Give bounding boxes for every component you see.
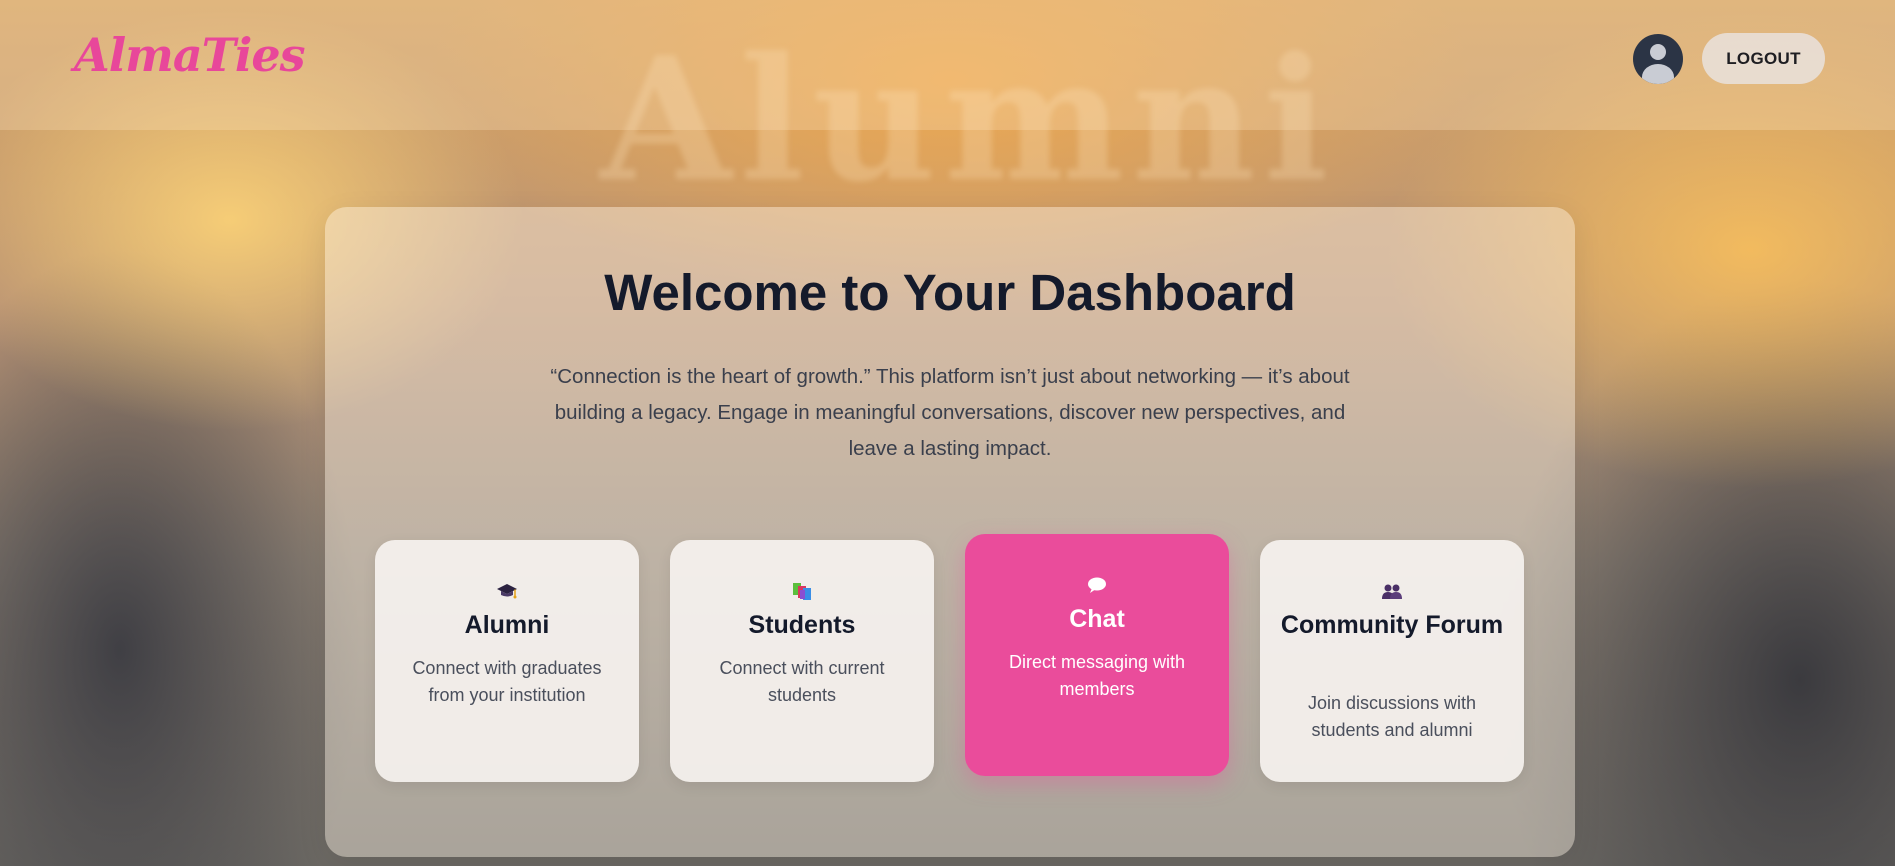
card-description: Join discussions with students and alumn… [1307,693,1477,740]
card-title: Chat [1069,605,1125,633]
user-avatar-icon[interactable] [1633,34,1683,84]
brand-logo[interactable]: AlmaTies [74,28,306,82]
top-header: AlmaTies LOGOUT [0,0,1895,130]
graduation-cap-icon [375,580,639,602]
people-icon [1260,580,1524,602]
alumni-card[interactable]: Alumni Connect with graduates from your … [375,540,639,782]
chat-card[interactable]: Chat Direct messaging with members [965,534,1229,776]
intro-quote: “Connection is the heart of growth.” Thi… [550,365,1350,460]
community-forum-card[interactable]: Community Forum Join discussions with st… [1260,540,1524,782]
avatar-body [1642,64,1674,84]
card-title: Community Forum [1280,611,1504,639]
speech-bubble-icon [965,574,1229,596]
dashboard-page: Alumni AlmaTies LOGOUT Welcome to Your D… [0,0,1895,866]
books-icon [670,580,934,602]
card-description: Direct messaging with members [1008,652,1186,699]
dashboard-panel: Welcome to Your Dashboard “Connection is… [325,207,1575,857]
card-description: Connect with current students [719,658,885,705]
page-title: Welcome to Your Dashboard [604,264,1296,321]
avatar-head [1650,44,1666,60]
students-card[interactable]: Students Connect with current students [670,540,934,782]
card-description: Connect with graduates from your institu… [412,658,602,705]
logout-button[interactable]: LOGOUT [1702,33,1825,84]
card-title: Alumni [464,611,550,639]
card-title: Students [748,611,856,639]
